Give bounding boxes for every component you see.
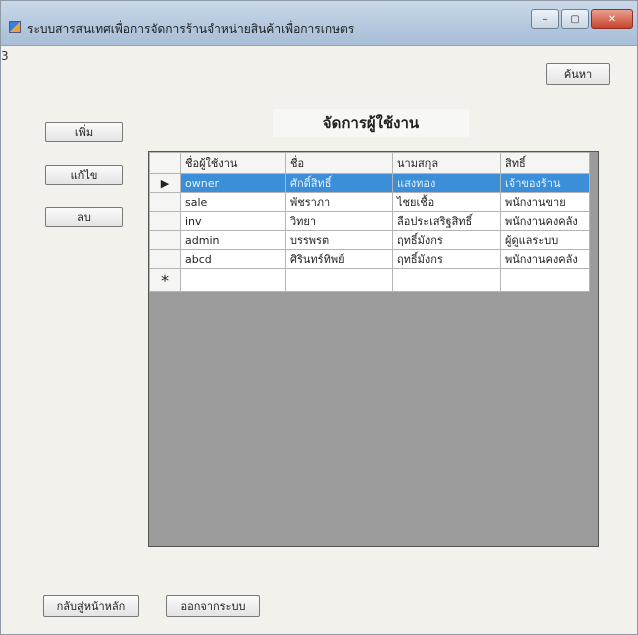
side-mark: 3	[1, 49, 9, 63]
cell-firstname[interactable]: ศักดิ์สิทธิ์	[285, 173, 393, 193]
row-header[interactable]	[149, 230, 181, 250]
cell-firstname[interactable]: วิทยา	[285, 211, 393, 231]
row-header[interactable]	[149, 249, 181, 269]
app-icon	[9, 21, 21, 33]
row-header[interactable]	[149, 192, 181, 212]
column-header-role[interactable]: สิทธิ์	[500, 152, 590, 174]
new-row-indicator[interactable]: *	[149, 268, 181, 292]
column-header-firstname[interactable]: ชื่อ	[285, 152, 393, 174]
cell-lastname[interactable]: ฤทธิ์มังกร	[392, 230, 501, 250]
cell-role[interactable]: เจ้าของร้าน	[500, 173, 590, 193]
table-row[interactable]: admin บรรพรต ฤทธิ์มังกร ผู้ดูแลระบบ	[149, 230, 590, 250]
minimize-button[interactable]: –	[531, 9, 559, 29]
new-cell-role[interactable]	[500, 268, 590, 292]
close-button[interactable]: ✕	[591, 9, 633, 29]
cell-username[interactable]: inv	[180, 211, 286, 231]
cell-firstname[interactable]: พัชราภา	[285, 192, 393, 212]
users-grid[interactable]: ชื่อผู้ใช้งาน ชื่อ นามสกุล สิทธิ์ ▶ owne…	[148, 151, 599, 547]
column-header-lastname[interactable]: นามสกุล	[392, 152, 501, 174]
cell-username[interactable]: sale	[180, 192, 286, 212]
maximize-button[interactable]: ▢	[561, 9, 589, 29]
row-header[interactable]	[149, 211, 181, 231]
cell-username[interactable]: abcd	[180, 249, 286, 269]
app-window: ระบบสารสนเทศเพื่อการจัดการร้านจำหน่ายสิน…	[0, 0, 638, 635]
back-to-main-button[interactable]: กลับสู่หน้าหลัก	[43, 595, 139, 617]
cell-firstname[interactable]: ศิรินทร์ทิพย์	[285, 249, 393, 269]
logout-button[interactable]: ออกจากระบบ	[166, 595, 260, 617]
window-controls: – ▢ ✕	[531, 9, 633, 29]
edit-button[interactable]: แก้ไข	[45, 165, 123, 185]
corner-cell	[149, 152, 181, 174]
column-header-username[interactable]: ชื่อผู้ใช้งาน	[180, 152, 286, 174]
table-row[interactable]: inv วิทยา ลือประเสริฐสิทธิ์ พนักงานคงคลั…	[149, 211, 590, 231]
new-cell-username[interactable]	[180, 268, 286, 292]
table-row[interactable]: ▶ owner ศักดิ์สิทธิ์ แสงทอง เจ้าของร้าน	[149, 173, 590, 193]
header-row: ชื่อผู้ใช้งาน ชื่อ นามสกุล สิทธิ์	[149, 152, 590, 174]
search-button[interactable]: ค้นหา	[546, 63, 610, 85]
cell-username[interactable]: owner	[180, 173, 286, 193]
cell-firstname[interactable]: บรรพรต	[285, 230, 393, 250]
window-title: ระบบสารสนเทศเพื่อการจัดการร้านจำหน่ายสิน…	[27, 22, 355, 36]
page-title: จัดการผู้ใช้งาน	[273, 109, 469, 137]
cell-username[interactable]: admin	[180, 230, 286, 250]
cell-role[interactable]: พนักงานคงคลัง	[500, 249, 590, 269]
table-row[interactable]: sale พัชราภา ไชยเชื้อ พนักงานขาย	[149, 192, 590, 212]
cell-lastname[interactable]: ฤทธิ์มังกร	[392, 249, 501, 269]
new-cell-lastname[interactable]	[392, 268, 501, 292]
cell-role[interactable]: พนักงานคงคลัง	[500, 211, 590, 231]
cell-lastname[interactable]: ไชยเชื้อ	[392, 192, 501, 212]
title-bar[interactable]: ระบบสารสนเทศเพื่อการจัดการร้านจำหน่ายสิน…	[1, 1, 637, 46]
current-row-indicator[interactable]: ▶	[149, 173, 181, 193]
cell-role[interactable]: พนักงานขาย	[500, 192, 590, 212]
new-cell-firstname[interactable]	[285, 268, 393, 292]
table-row[interactable]: abcd ศิรินทร์ทิพย์ ฤทธิ์มังกร พนักงานคงค…	[149, 249, 590, 269]
cell-lastname[interactable]: แสงทอง	[392, 173, 501, 193]
delete-button[interactable]: ลบ	[45, 207, 123, 227]
new-row[interactable]: *	[149, 268, 590, 292]
add-button[interactable]: เพิ่ม	[45, 122, 123, 142]
users-table: ชื่อผู้ใช้งาน ชื่อ นามสกุล สิทธิ์ ▶ owne…	[149, 152, 590, 292]
cell-role[interactable]: ผู้ดูแลระบบ	[500, 230, 590, 250]
cell-lastname[interactable]: ลือประเสริฐสิทธิ์	[392, 211, 501, 231]
